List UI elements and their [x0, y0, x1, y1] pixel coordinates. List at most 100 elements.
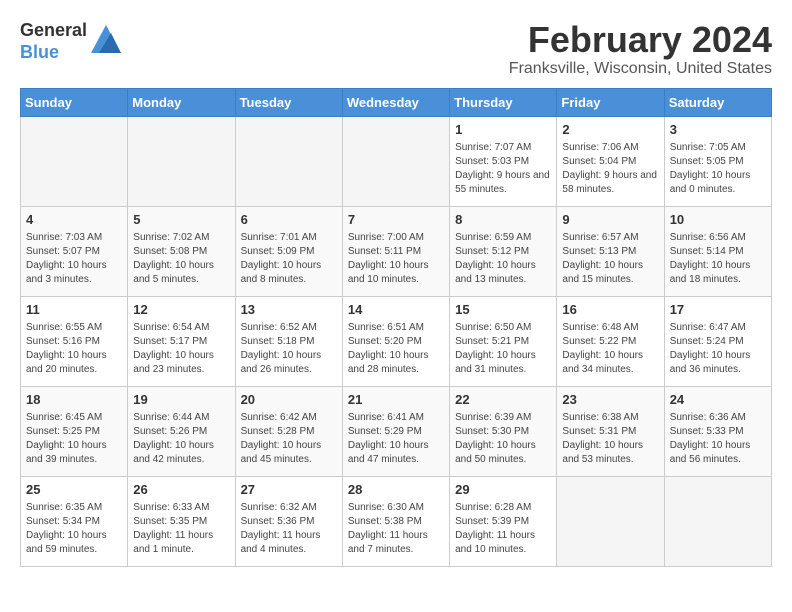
day-number: 25 — [26, 481, 122, 499]
calendar-header-sunday: Sunday — [21, 88, 128, 116]
day-info: Sunrise: 6:47 AM Sunset: 5:24 PM Dayligh… — [670, 321, 766, 377]
calendar-week-row: 25Sunrise: 6:35 AM Sunset: 5:34 PM Dayli… — [21, 476, 772, 566]
day-number: 18 — [26, 391, 122, 409]
calendar-cell: 23 Sunrise: 6:38 AM Sunset: 5:31 PM Dayli… — [557, 386, 664, 476]
day-info: Sunrise: 7:01 AM Sunset: 5:09 PM Dayligh… — [241, 231, 337, 287]
day-number: 16 — [562, 301, 658, 319]
day-info: Sunrise: 6:48 AM Sunset: 5:22 PM Dayligh… — [562, 321, 658, 377]
month-title: February 2024 — [509, 20, 772, 60]
day-info: Sunrise: 6:42 AM Sunset: 5:28 PM Dayligh… — [241, 411, 337, 467]
day-number: 23 — [562, 391, 658, 409]
day-info: Sunrise: 6:33 AM Sunset: 5:35 PM Dayligh… — [133, 501, 229, 557]
day-number: 20 — [241, 391, 337, 409]
calendar-cell: 26 Sunrise: 6:33 AM Sunset: 5:35 PM Dayli… — [128, 476, 235, 566]
calendar-cell — [664, 476, 771, 566]
calendar-cell: 29 Sunrise: 6:28 AM Sunset: 5:39 PM Dayli… — [450, 476, 557, 566]
calendar-header-thursday: Thursday — [450, 88, 557, 116]
day-number: 11 — [26, 301, 122, 319]
calendar-cell: 1 Sunrise: 7:07 AM Sunset: 5:03 PM Daylig… — [450, 116, 557, 206]
calendar-cell: 4 Sunrise: 7:03 AM Sunset: 5:07 PM Daylig… — [21, 206, 128, 296]
day-info: Sunrise: 6:38 AM Sunset: 5:31 PM Dayligh… — [562, 411, 658, 467]
calendar-cell: 7 Sunrise: 7:00 AM Sunset: 5:11 PM Daylig… — [342, 206, 449, 296]
day-number: 28 — [348, 481, 444, 499]
calendar-cell: 22 Sunrise: 6:39 AM Sunset: 5:30 PM Dayli… — [450, 386, 557, 476]
calendar-cell: 20 Sunrise: 6:42 AM Sunset: 5:28 PM Dayli… — [235, 386, 342, 476]
day-number: 3 — [670, 121, 766, 139]
calendar-header-saturday: Saturday — [664, 88, 771, 116]
day-number: 29 — [455, 481, 551, 499]
day-number: 7 — [348, 211, 444, 229]
day-info: Sunrise: 7:03 AM Sunset: 5:07 PM Dayligh… — [26, 231, 122, 287]
logo: General Blue — [20, 20, 121, 63]
calendar-header-row: SundayMondayTuesdayWednesdayThursdayFrid… — [21, 88, 772, 116]
calendar-cell — [128, 116, 235, 206]
calendar-cell: 15 Sunrise: 6:50 AM Sunset: 5:21 PM Dayli… — [450, 296, 557, 386]
day-number: 8 — [455, 211, 551, 229]
calendar-header-friday: Friday — [557, 88, 664, 116]
day-number: 14 — [348, 301, 444, 319]
day-number: 19 — [133, 391, 229, 409]
calendar-cell: 21Sunrise: 6:41 AM Sunset: 5:29 PM Dayli… — [342, 386, 449, 476]
day-number: 22 — [455, 391, 551, 409]
calendar-cell: 6 Sunrise: 7:01 AM Sunset: 5:09 PM Daylig… — [235, 206, 342, 296]
day-number: 6 — [241, 211, 337, 229]
calendar-cell: 27 Sunrise: 6:32 AM Sunset: 5:36 PM Dayli… — [235, 476, 342, 566]
day-info: Sunrise: 6:52 AM Sunset: 5:18 PM Dayligh… — [241, 321, 337, 377]
title-block: February 2024 Franksville, Wisconsin, Un… — [509, 20, 772, 78]
day-info: Sunrise: 6:32 AM Sunset: 5:36 PM Dayligh… — [241, 501, 337, 557]
calendar-table: SundayMondayTuesdayWednesdayThursdayFrid… — [20, 88, 772, 567]
calendar-cell: 16 Sunrise: 6:48 AM Sunset: 5:22 PM Dayli… — [557, 296, 664, 386]
day-info: Sunrise: 6:59 AM Sunset: 5:12 PM Dayligh… — [455, 231, 551, 287]
calendar-cell: 18 Sunrise: 6:45 AM Sunset: 5:25 PM Dayli… — [21, 386, 128, 476]
calendar-cell: 10 Sunrise: 6:56 AM Sunset: 5:14 PM Dayli… — [664, 206, 771, 296]
day-info: Sunrise: 6:44 AM Sunset: 5:26 PM Dayligh… — [133, 411, 229, 467]
logo-line1: General — [20, 20, 87, 40]
day-number: 1 — [455, 121, 551, 139]
day-info: Sunrise: 6:39 AM Sunset: 5:30 PM Dayligh… — [455, 411, 551, 467]
day-number: 27 — [241, 481, 337, 499]
day-number: 5 — [133, 211, 229, 229]
day-info: Sunrise: 6:56 AM Sunset: 5:14 PM Dayligh… — [670, 231, 766, 287]
calendar-header-monday: Monday — [128, 88, 235, 116]
calendar-cell: 3Sunrise: 7:05 AM Sunset: 5:05 PM Daylig… — [664, 116, 771, 206]
calendar-cell: 8 Sunrise: 6:59 AM Sunset: 5:12 PM Daylig… — [450, 206, 557, 296]
calendar-cell: 9Sunrise: 6:57 AM Sunset: 5:13 PM Daylig… — [557, 206, 664, 296]
logo-icon — [91, 25, 121, 58]
calendar-week-row: 1 Sunrise: 7:07 AM Sunset: 5:03 PM Daylig… — [21, 116, 772, 206]
calendar-cell: 17Sunrise: 6:47 AM Sunset: 5:24 PM Dayli… — [664, 296, 771, 386]
calendar-cell: 11Sunrise: 6:55 AM Sunset: 5:16 PM Dayli… — [21, 296, 128, 386]
day-number: 15 — [455, 301, 551, 319]
day-number: 13 — [241, 301, 337, 319]
calendar-cell: 5 Sunrise: 7:02 AM Sunset: 5:08 PM Daylig… — [128, 206, 235, 296]
day-number: 2 — [562, 121, 658, 139]
calendar-cell: 28 Sunrise: 6:30 AM Sunset: 5:38 PM Dayli… — [342, 476, 449, 566]
day-info: Sunrise: 6:51 AM Sunset: 5:20 PM Dayligh… — [348, 321, 444, 377]
calendar-cell: 25Sunrise: 6:35 AM Sunset: 5:34 PM Dayli… — [21, 476, 128, 566]
day-info: Sunrise: 6:28 AM Sunset: 5:39 PM Dayligh… — [455, 501, 551, 557]
day-info: Sunrise: 6:41 AM Sunset: 5:29 PM Dayligh… — [348, 411, 444, 467]
day-number: 4 — [26, 211, 122, 229]
day-info: Sunrise: 6:50 AM Sunset: 5:21 PM Dayligh… — [455, 321, 551, 377]
day-number: 10 — [670, 211, 766, 229]
logo-line2: Blue — [20, 42, 59, 62]
page-header: General Blue February 2024 Franksville, … — [20, 20, 772, 78]
day-info: Sunrise: 7:07 AM Sunset: 5:03 PM Dayligh… — [455, 141, 551, 197]
calendar-cell — [342, 116, 449, 206]
day-info: Sunrise: 7:06 AM Sunset: 5:04 PM Dayligh… — [562, 141, 658, 197]
calendar-cell: 2 Sunrise: 7:06 AM Sunset: 5:04 PM Daylig… — [557, 116, 664, 206]
day-info: Sunrise: 6:30 AM Sunset: 5:38 PM Dayligh… — [348, 501, 444, 557]
day-info: Sunrise: 6:45 AM Sunset: 5:25 PM Dayligh… — [26, 411, 122, 467]
calendar-header-tuesday: Tuesday — [235, 88, 342, 116]
day-number: 26 — [133, 481, 229, 499]
calendar-cell — [235, 116, 342, 206]
day-info: Sunrise: 7:02 AM Sunset: 5:08 PM Dayligh… — [133, 231, 229, 287]
calendar-cell: 19 Sunrise: 6:44 AM Sunset: 5:26 PM Dayli… — [128, 386, 235, 476]
calendar-cell — [21, 116, 128, 206]
calendar-cell: 13 Sunrise: 6:52 AM Sunset: 5:18 PM Dayli… — [235, 296, 342, 386]
day-info: Sunrise: 6:54 AM Sunset: 5:17 PM Dayligh… — [133, 321, 229, 377]
day-info: Sunrise: 6:36 AM Sunset: 5:33 PM Dayligh… — [670, 411, 766, 467]
day-info: Sunrise: 6:57 AM Sunset: 5:13 PM Dayligh… — [562, 231, 658, 287]
calendar-header-wednesday: Wednesday — [342, 88, 449, 116]
calendar-cell: 14 Sunrise: 6:51 AM Sunset: 5:20 PM Dayli… — [342, 296, 449, 386]
day-info: Sunrise: 7:00 AM Sunset: 5:11 PM Dayligh… — [348, 231, 444, 287]
